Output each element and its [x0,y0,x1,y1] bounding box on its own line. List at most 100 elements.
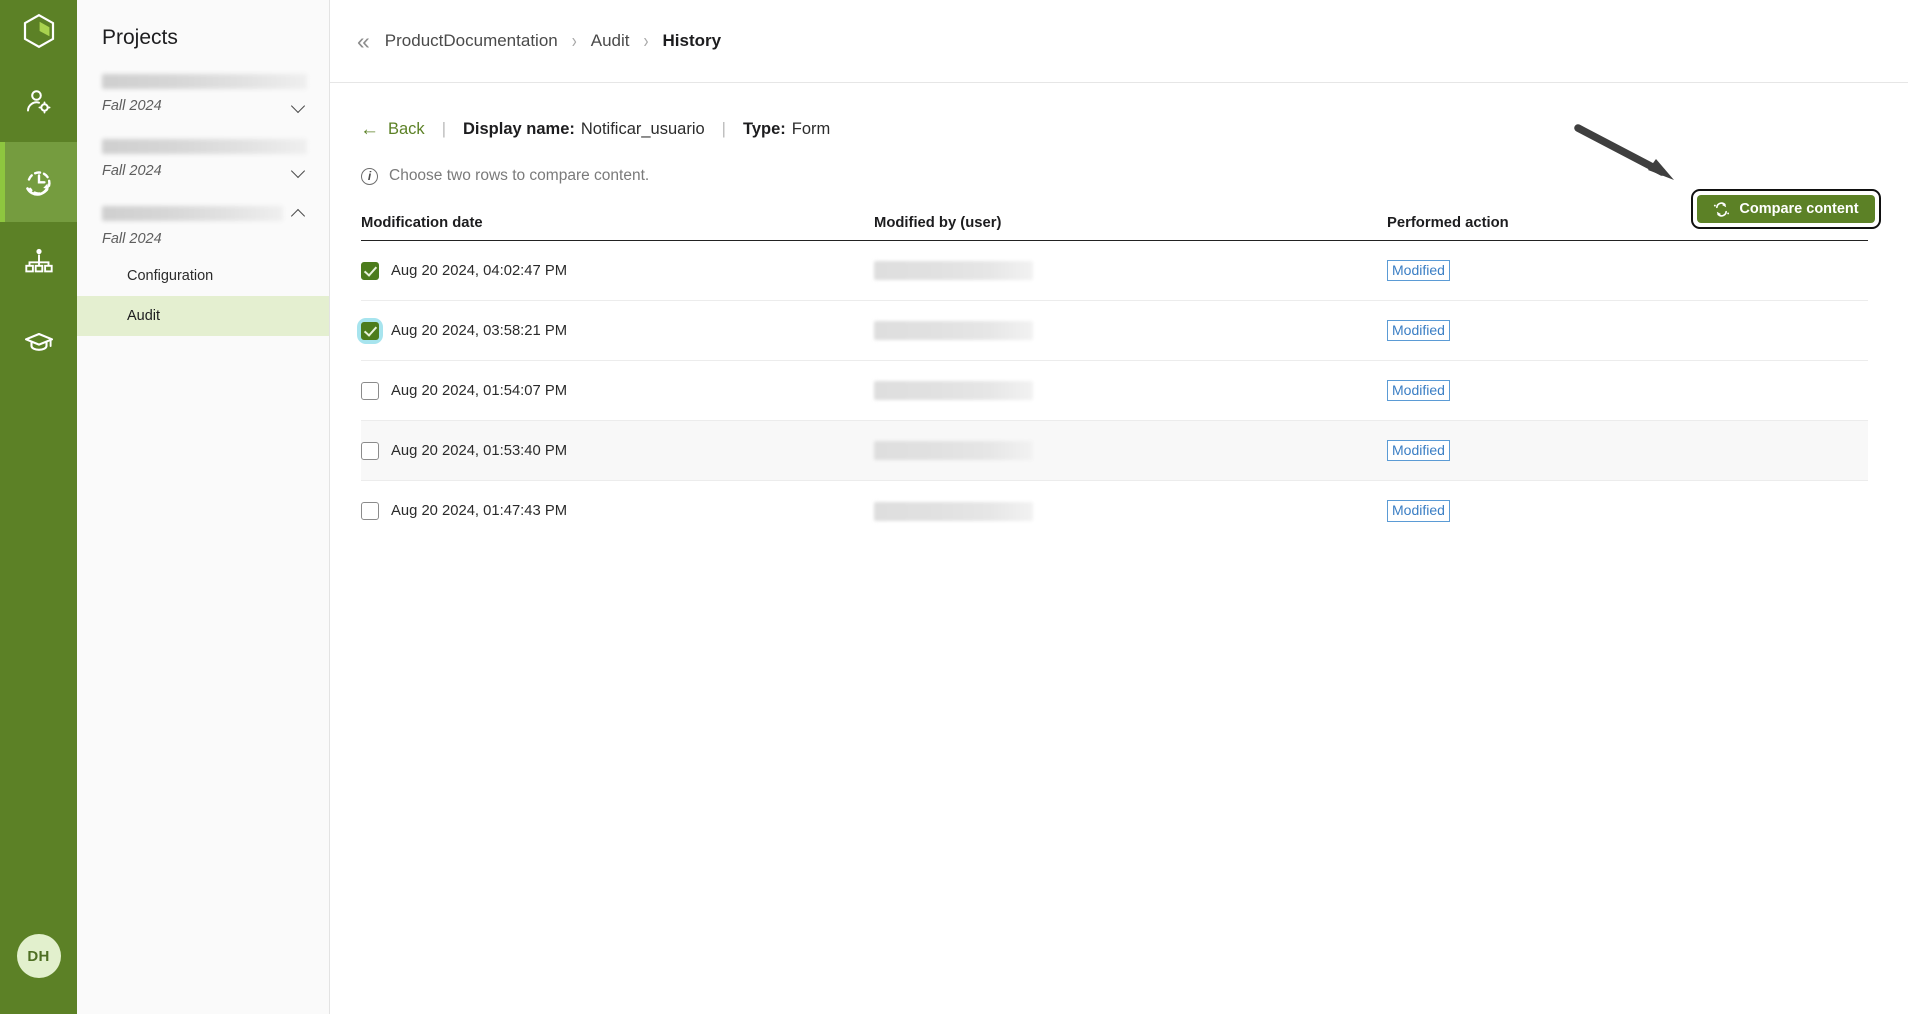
cell-modified-by [874,441,1387,460]
rail-item-org-chart[interactable] [0,222,77,302]
nav-rail: DH [0,0,77,1014]
modified-by-redacted [874,381,1033,400]
modified-by-redacted [874,321,1033,340]
cell-modified-by [874,501,1387,521]
rail-item-history[interactable] [0,142,77,222]
back-button-label: Back [388,120,425,138]
table-row[interactable]: Aug 20 2024, 04:02:47 PM Modified [361,241,1868,301]
status-badge: Modified [1387,319,1450,342]
chevron-down-icon[interactable] [291,163,307,179]
type-field: Type: Form [743,120,830,139]
row-checkbox[interactable] [361,502,379,520]
projects-panel: Projects Fall 2024 Fall 2024 Fall 2024 C… [77,0,330,1014]
row-checkbox-wrapper [361,441,379,460]
project-name-redacted [102,205,283,221]
history-clock-icon [25,171,51,196]
cell-modification-date: Aug 20 2024, 01:53:40 PM [361,441,874,460]
chevron-up-icon[interactable] [291,205,307,221]
project-season-label: Fall 2024 [102,98,162,114]
cell-performed-action: Modified [1387,500,1868,522]
graduation-cap-icon [24,332,53,351]
project-row-3-skeleton[interactable] [77,204,329,222]
app-root: DH Projects Fall 2024 Fall 2024 Fall 202… [0,0,1908,1014]
collapse-sidebar-icon[interactable]: « [357,29,370,53]
modification-date-value: Aug 20 2024, 01:53:40 PM [391,442,568,459]
project-row-3[interactable]: Fall 2024 [77,222,329,256]
breadcrumb-item-audit[interactable]: Audit [591,31,630,51]
project-name-redacted [102,139,307,154]
modification-date-value: Aug 20 2024, 01:54:07 PM [391,382,568,399]
column-header-modification-date: Modification date [361,215,483,231]
hint-text: Choose two rows to compare content. [389,167,650,184]
compare-sync-icon [1714,201,1730,217]
modification-date-value: Aug 20 2024, 01:47:43 PM [391,503,568,519]
table-row[interactable]: Aug 20 2024, 01:54:07 PM Modified [361,361,1868,421]
modification-date-value: Aug 20 2024, 03:58:21 PM [391,322,568,339]
table-header-row: Modification date Modified by (user) Per… [361,215,1868,241]
row-checkbox[interactable] [361,381,379,400]
row-checkbox-wrapper [361,502,379,520]
arrow-left-icon: ← [360,119,379,140]
row-checkbox-wrapper [357,317,383,344]
sidebar-item-configuration[interactable]: Configuration [77,256,329,296]
cell-modified-by [874,381,1387,400]
type-label: Type: [742,120,786,138]
project-season-label: Fall 2024 [102,231,162,247]
info-circle-icon: i [361,167,378,185]
chevron-down-icon[interactable] [291,98,307,114]
breadcrumb-item-product-documentation[interactable]: ProductDocumentation [385,31,558,51]
status-badge: Modified [1387,500,1450,522]
project-row-1[interactable]: Fall 2024 [77,89,329,123]
modified-by-redacted [874,501,1033,521]
sidebar-item-audit[interactable]: Audit [77,296,329,336]
org-chart-icon [24,248,53,273]
cell-modified-by [874,261,1387,280]
modified-by-redacted [874,261,1033,280]
table-row[interactable]: Aug 20 2024, 01:47:43 PM Modified [361,481,1868,541]
project-group-2: Fall 2024 [77,139,329,188]
modification-date-value: Aug 20 2024, 04:02:47 PM [391,262,568,279]
status-badge: Modified [1387,259,1450,282]
cell-modification-date: Aug 20 2024, 03:58:21 PM [357,317,874,344]
rail-item-user-settings[interactable] [0,62,77,142]
breadcrumb-separator-icon: › [571,29,577,53]
cell-modification-date: Aug 20 2024, 01:47:43 PM [361,502,874,520]
table-row[interactable]: Aug 20 2024, 03:58:21 PM Modified [357,301,1868,361]
row-checkbox-wrapper [361,381,379,400]
rail-item-learning[interactable] [0,302,77,382]
hexagon-logo-icon [23,13,54,49]
status-badge: Modified [1387,379,1450,402]
breadcrumb-separator-icon: › [643,29,649,53]
cell-performed-action: Modified [1387,379,1868,402]
cell-performed-action: Modified [1387,319,1868,342]
avatar[interactable]: DH [16,934,61,978]
display-name-field: Display name: Notificar_usuario [463,120,705,139]
project-group-3: Fall 2024 [77,204,329,256]
row-checkbox-wrapper [361,261,379,280]
project-row-2[interactable]: Fall 2024 [77,154,329,188]
cell-modified-by [874,321,1387,340]
project-name-redacted [102,74,307,89]
row-checkbox[interactable] [361,321,379,340]
status-badge: Modified [1387,439,1450,462]
display-name-value: Notificar_usuario [580,120,705,138]
cell-modification-date: Aug 20 2024, 04:02:47 PM [361,261,874,280]
page-title: Projects [102,26,178,49]
back-button[interactable]: ← Back [360,120,425,139]
table-row[interactable]: Aug 20 2024, 01:53:40 PM Modified [361,421,1868,481]
user-settings-icon [26,90,50,114]
compare-content-button[interactable]: Compare content [1697,195,1875,223]
row-checkbox[interactable] [361,441,379,460]
sidebar-item-label: Audit [127,308,161,324]
modified-by-redacted [874,441,1033,460]
row-checkbox[interactable] [361,261,379,280]
subheader-divider: | [441,120,446,138]
subheader-divider: | [721,120,726,138]
history-table: Modification date Modified by (user) Per… [330,215,1908,541]
column-header-modified-by: Modified by (user) [874,215,1002,231]
breadcrumb: « ProductDocumentation › Audit › History [330,0,1908,83]
app-logo[interactable] [0,0,77,62]
cell-performed-action: Modified [1387,259,1868,282]
annotation-arrow-icon [1574,124,1674,180]
project-season-label: Fall 2024 [102,163,162,179]
